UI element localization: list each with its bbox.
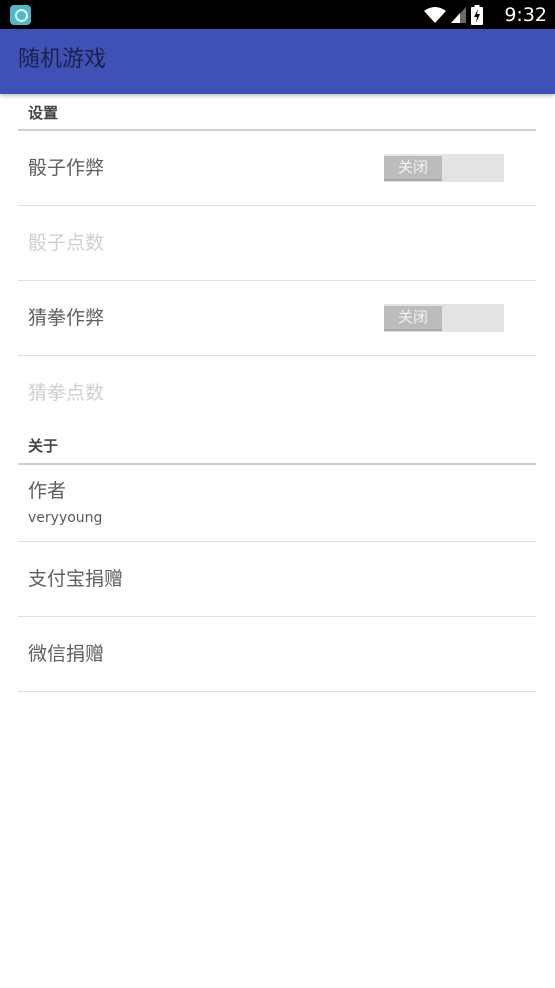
toggle-thumb: 关闭 [384,306,442,331]
pref-alipay-donate[interactable]: 支付宝捐赠 [18,542,536,617]
pref-title: 微信捐赠 [28,643,105,665]
status-time: 9:32 [504,4,547,26]
pref-dice-cheat[interactable]: 骰子作弊 关闭 [18,131,536,206]
pref-dice-points: 骰子点数 [18,206,536,281]
pref-title: 猜拳作弊 [28,307,105,329]
pref-rps-cheat[interactable]: 猜拳作弊 关闭 [18,281,536,356]
pref-rps-points: 猜拳点数 [18,356,536,428]
wifi-icon [424,7,446,23]
rps-cheat-toggle[interactable]: 关闭 [384,304,504,332]
preferences-list: 设置 骰子作弊 关闭 骰子点数 猜拳作弊 关闭 猜拳点数 关于 作者 veryy… [0,94,555,692]
pref-title: 骰子作弊 [28,157,105,179]
pref-wechat-donate[interactable]: 微信捐赠 [18,617,536,692]
pref-author[interactable]: 作者 veryyoung [18,465,536,542]
battery-charging-icon [471,5,483,25]
pref-title: 支付宝捐赠 [28,568,124,590]
category-title: 关于 [28,437,59,455]
pref-summary: veryyoung [28,510,103,526]
cell-signal-icon [451,7,466,23]
pref-title: 骰子点数 [28,232,105,254]
category-title: 设置 [28,104,59,122]
dice-cheat-toggle[interactable]: 关闭 [384,154,504,182]
app-notification-icon [10,5,31,25]
status-bar: 9:32 [0,0,555,29]
app-toolbar: 随机游戏 [0,29,555,94]
category-settings: 设置 [18,94,536,131]
status-icons [424,5,483,25]
pref-title: 猜拳点数 [28,382,105,404]
toolbar-title: 随机游戏 [18,47,107,72]
pref-title: 作者 [28,480,67,502]
category-about: 关于 [18,428,536,465]
toggle-thumb: 关闭 [384,156,442,181]
